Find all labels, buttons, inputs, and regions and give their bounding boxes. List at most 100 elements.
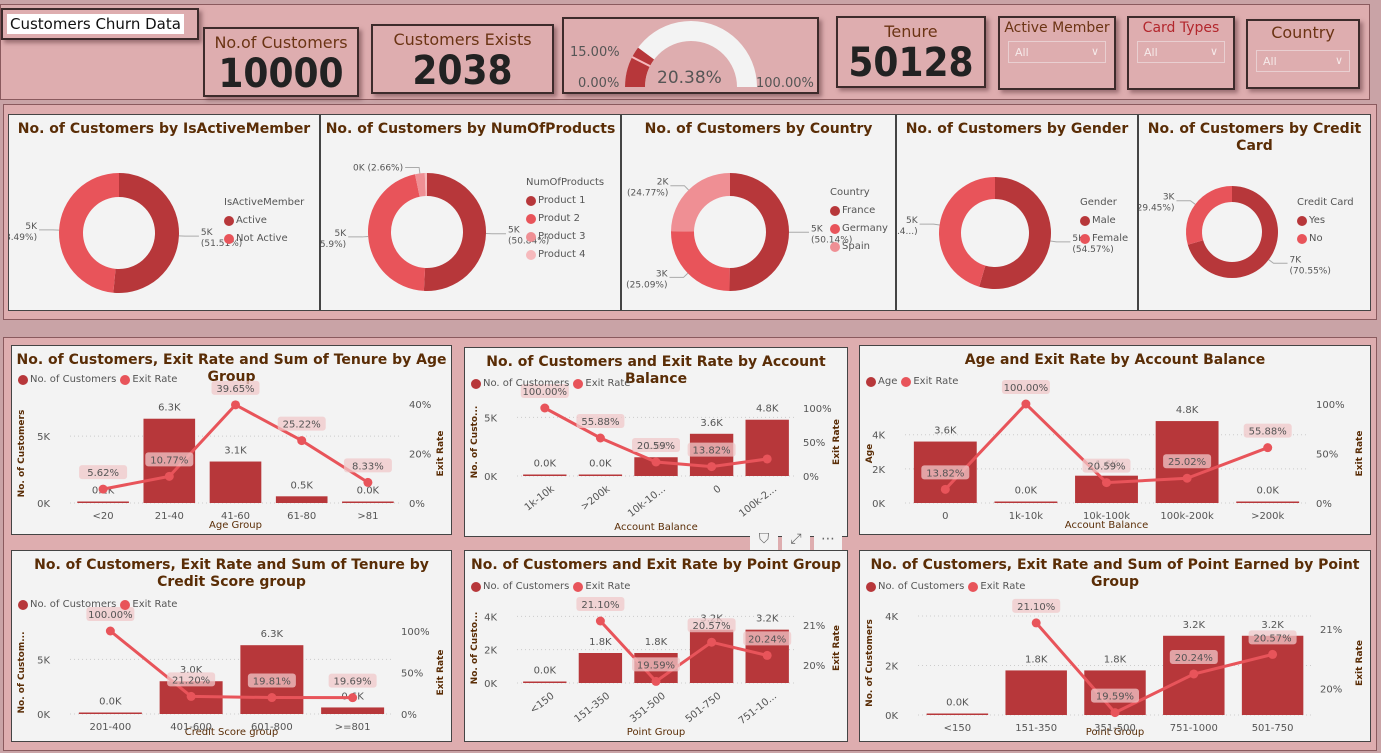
x-tick-label: 751-10... <box>737 691 779 727</box>
exit-rate-point[interactable] <box>363 477 373 487</box>
bar[interactable] <box>523 681 567 684</box>
combo-card-point-earned[interactable]: No. of Customers, Exit Rate and Sum of P… <box>859 550 1371 742</box>
exit-rate-point[interactable] <box>105 626 115 636</box>
exit-rate-point[interactable] <box>231 400 240 410</box>
exit-rate-point[interactable] <box>1102 478 1111 488</box>
combo-card-age-balance[interactable]: Age and Exit Rate by Account Balance 0K 2… <box>859 345 1371 535</box>
bar[interactable] <box>77 501 129 504</box>
exit-rate-point[interactable] <box>762 454 772 464</box>
donut-card-country[interactable]: No. of Customers by Country 5K (50.14%) 3K… <box>621 114 896 311</box>
exit-rate-point[interactable] <box>595 433 605 443</box>
combo-card-age-group[interactable]: No. of Customers, Exit Rate and Sum of T… <box>11 345 452 535</box>
legend-label: Exit Rate <box>585 378 631 389</box>
legend-item[interactable]: Exit Rate <box>968 581 1025 592</box>
exit-rate-point[interactable] <box>651 457 661 467</box>
bar[interactable] <box>1005 670 1067 715</box>
bar[interactable] <box>78 712 142 715</box>
exit-rate-point[interactable] <box>267 693 277 703</box>
exit-rate-point[interactable] <box>707 462 717 472</box>
exit-rate-point[interactable] <box>98 484 108 494</box>
legend-item[interactable]: Active <box>224 215 304 226</box>
bar[interactable] <box>926 713 989 716</box>
exit-rate-point[interactable] <box>1189 669 1199 679</box>
legend-item[interactable]: Age <box>866 376 897 387</box>
exit-rate-point[interactable] <box>540 403 550 413</box>
bar[interactable] <box>1236 501 1300 504</box>
exit-rate-point[interactable] <box>707 637 717 647</box>
legend-item[interactable]: Product 3 <box>526 231 604 242</box>
legend-item[interactable]: No. of Customers <box>18 599 116 610</box>
bar[interactable] <box>578 653 623 683</box>
donut-slice-product-1[interactable] <box>423 173 487 291</box>
bar[interactable] <box>321 707 385 714</box>
filter-icon[interactable]: ⛉ <box>750 528 778 550</box>
donut-card-products[interactable]: No. of Customers by NumOfProducts 5K (50.… <box>320 114 621 311</box>
donut-card-credit-card[interactable]: No. of Customers by Credit Card 7K (70.55… <box>1138 114 1371 311</box>
exit-rate-point[interactable] <box>1268 649 1278 659</box>
legend-item[interactable]: Exit Rate <box>120 599 177 610</box>
donut-card-active-member[interactable]: No. of Customers by IsActiveMember 5K (51… <box>8 114 320 311</box>
legend-item[interactable]: Germany <box>830 223 888 234</box>
card-types-dropdown[interactable]: All ∨ <box>1137 41 1225 63</box>
legend-item[interactable]: Female <box>1080 233 1128 244</box>
legend-label: Exit Rate <box>585 581 631 592</box>
bar[interactable] <box>689 629 734 683</box>
exit-rate-point[interactable] <box>164 471 174 481</box>
bar[interactable] <box>1241 635 1304 715</box>
bar[interactable] <box>209 461 262 503</box>
legend-item[interactable]: Exit Rate <box>573 378 630 389</box>
combo-card-point-group[interactable]: No. of Customers and Exit Rate by Point … <box>464 550 848 742</box>
legend-item[interactable]: Male <box>1080 215 1128 226</box>
legend-item[interactable]: France <box>830 205 888 216</box>
donut-slice-spain[interactable] <box>671 173 730 232</box>
exit-rate-point[interactable] <box>1021 399 1031 409</box>
exit-rate-point[interactable] <box>297 436 307 446</box>
legend-item[interactable]: Exit Rate <box>573 581 630 592</box>
legend-item[interactable]: Exit Rate <box>901 376 958 387</box>
bar-value-label: 0.5K <box>290 480 313 491</box>
legend-item[interactable]: Produt 2 <box>526 213 604 224</box>
legend-item[interactable]: Yes <box>1297 215 1354 226</box>
donut-slice-germany[interactable] <box>671 231 730 291</box>
kpi-label: Customers Exists <box>393 30 532 49</box>
active-member-dropdown[interactable]: All ∨ <box>1008 41 1106 63</box>
bar[interactable] <box>275 496 328 503</box>
exit-rate-point[interactable] <box>348 693 358 703</box>
exit-rate-point[interactable] <box>762 650 772 660</box>
bar[interactable] <box>578 474 623 477</box>
bar[interactable] <box>994 501 1058 504</box>
donut-card-gender[interactable]: No. of Customers by Gender 5K(54.57%)5K(… <box>896 114 1138 311</box>
bar[interactable] <box>342 501 394 504</box>
legend-item[interactable]: No <box>1297 233 1354 244</box>
bar[interactable] <box>523 474 567 477</box>
country-dropdown[interactable]: All ∨ <box>1256 50 1350 72</box>
legend-label: Age <box>878 376 898 387</box>
exit-rate-point[interactable] <box>595 616 605 626</box>
legend-item[interactable]: No. of Customers <box>471 581 569 592</box>
legend-item[interactable]: Product 4 <box>526 249 604 260</box>
donut-slice-active[interactable] <box>113 173 179 293</box>
donut-slice-not-active[interactable] <box>58 173 119 293</box>
combo-card-account-balance[interactable]: No. of Customers and Exit Rate by Accoun… <box>464 347 848 537</box>
exit-rate-point[interactable] <box>940 484 950 494</box>
focus-mode-icon[interactable]: ⤢ <box>782 528 810 550</box>
legend-item[interactable]: No. of Customers <box>18 374 116 385</box>
legend-item[interactable]: Not Active <box>224 233 304 244</box>
donut-slice-no[interactable] <box>1186 186 1232 245</box>
legend-item[interactable]: Product 1 <box>526 195 604 206</box>
legend-item[interactable]: Spain <box>830 241 888 252</box>
exit-rate-point[interactable] <box>1263 443 1273 453</box>
bar[interactable] <box>745 419 789 476</box>
legend-item[interactable]: Exit Rate <box>120 374 177 385</box>
more-options-icon[interactable]: ⋯ <box>814 528 842 550</box>
donut-slice-produt-2[interactable] <box>368 174 426 291</box>
exit-rate-point[interactable] <box>1110 708 1120 718</box>
exit-rate-point[interactable] <box>1182 473 1192 483</box>
combo-card-credit-score[interactable]: No. of Customers, Exit Rate and Sum of T… <box>11 550 452 742</box>
exit-rate-point[interactable] <box>1031 618 1041 628</box>
legend-item[interactable]: No. of Customers <box>866 581 964 592</box>
exit-rate-point[interactable] <box>186 691 196 701</box>
donut-slice-france[interactable] <box>729 173 790 291</box>
legend-item[interactable]: No. of Customers <box>471 378 569 389</box>
exit-rate-point[interactable] <box>651 676 661 686</box>
